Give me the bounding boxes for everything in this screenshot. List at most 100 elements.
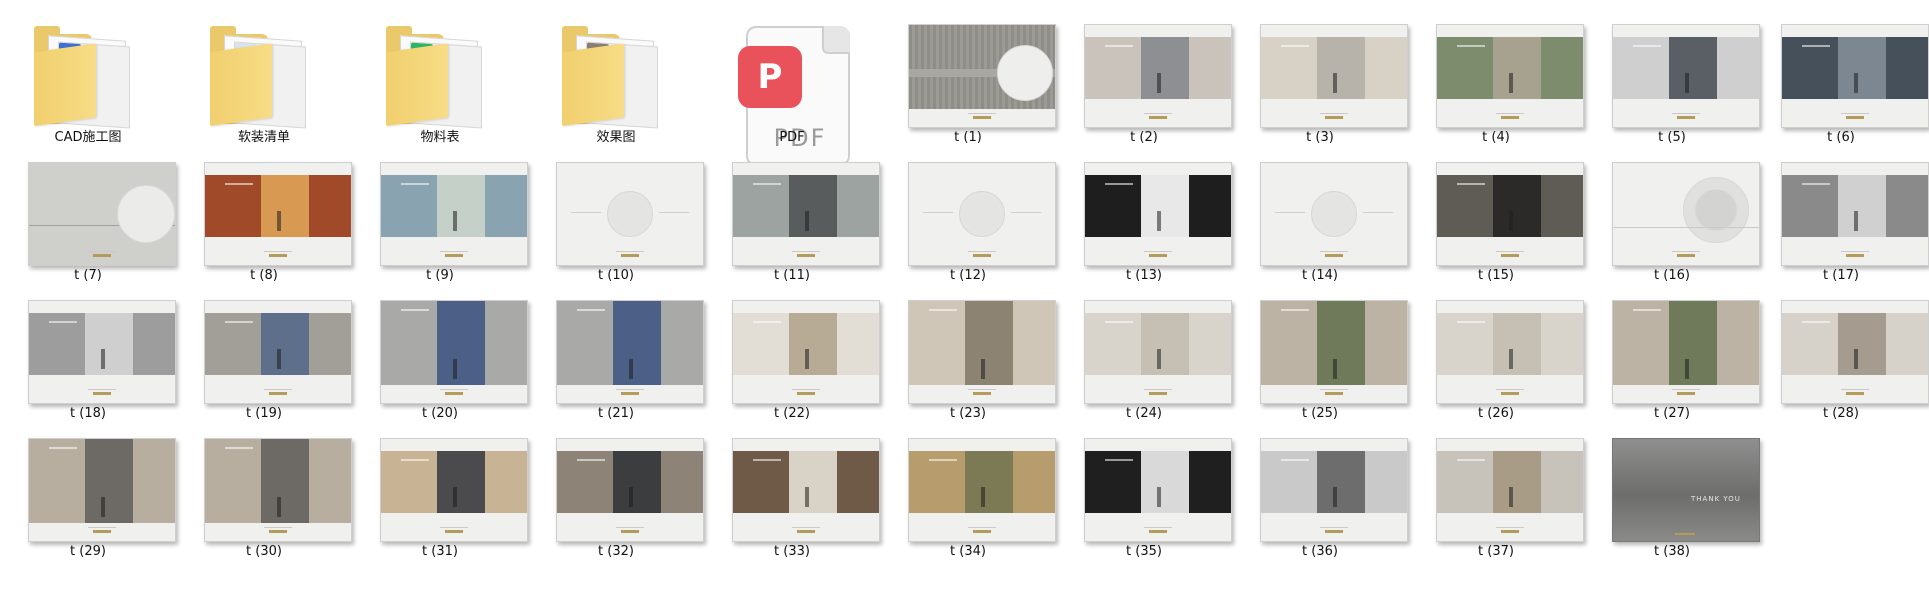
file-item[interactable]: t (23) (880, 288, 1056, 426)
file-item[interactable]: t (31) (352, 426, 528, 564)
file-name: t (25) (1302, 406, 1338, 421)
pdf-app-icon: P (738, 46, 802, 108)
footer-rule (1672, 389, 1700, 390)
file-item[interactable]: THANK YOU t (38) (1584, 426, 1760, 564)
slide-thumbnail (556, 438, 704, 542)
render-image (1541, 37, 1583, 99)
file-item[interactable]: t (18) (0, 288, 176, 426)
file-item[interactable]: 效果图 (528, 12, 704, 150)
file-item[interactable]: t (2) (1056, 12, 1232, 150)
file-item[interactable]: t (9) (352, 150, 528, 288)
file-item[interactable]: t (16) (1584, 150, 1760, 288)
file-item[interactable]: t (13) (1056, 150, 1232, 288)
file-item[interactable]: t (1) (880, 12, 1056, 150)
render-image (1365, 301, 1407, 385)
file-item[interactable]: t (6) (1753, 12, 1929, 150)
render-image (437, 301, 485, 385)
figure-silhouette (101, 497, 105, 517)
file-item[interactable]: t (36) (1232, 426, 1408, 564)
file-item[interactable]: t (4) (1408, 12, 1584, 150)
slide-thumbnail (1260, 438, 1408, 542)
figure-silhouette (1333, 359, 1337, 379)
light-strip (929, 459, 957, 461)
light-strip (1633, 45, 1661, 47)
figure-silhouette (629, 487, 633, 507)
folder-front (386, 43, 448, 126)
file-item[interactable]: t (22) (704, 288, 880, 426)
file-item[interactable]: P PDF PDF (704, 12, 880, 166)
slide-thumbnail (1436, 438, 1584, 542)
file-item[interactable]: t (14) (1232, 150, 1408, 288)
file-item[interactable]: t (28) (1753, 288, 1929, 426)
figure-silhouette (453, 359, 457, 379)
file-item[interactable]: t (12) (880, 150, 1056, 288)
file-name: t (3) (1306, 130, 1334, 145)
file-item[interactable]: t (5) (1584, 12, 1760, 150)
file-item[interactable]: t (34) (880, 426, 1056, 564)
footer-rule (88, 389, 116, 390)
logo-mark (269, 254, 287, 257)
render-image (1493, 313, 1541, 375)
file-item[interactable]: t (30) (176, 426, 352, 564)
light-strip (1802, 183, 1830, 185)
file-item[interactable]: t (24) (1056, 288, 1232, 426)
file-item[interactable]: t (37) (1408, 426, 1584, 564)
page-fold-icon (822, 26, 850, 54)
file-name: t (17) (1823, 268, 1859, 283)
footer-rule (792, 389, 820, 390)
logo-mark (621, 530, 639, 533)
file-item[interactable]: t (11) (704, 150, 880, 288)
file-item[interactable]: t (33) (704, 426, 880, 564)
file-name: t (22) (774, 406, 810, 421)
file-item[interactable]: t (32) (528, 426, 704, 564)
thumbnail (880, 288, 1056, 404)
render-image (661, 301, 703, 385)
logo-mark (1677, 116, 1695, 119)
file-item[interactable]: t (19) (176, 288, 352, 426)
slide-thumbnail (908, 24, 1056, 128)
footer-rule (1144, 251, 1172, 252)
slide-thumbnail (380, 162, 528, 266)
slide-thumbnail (380, 300, 528, 404)
render-image (1189, 313, 1231, 375)
logo-mark (1846, 392, 1864, 395)
file-item[interactable]: t (8) (176, 150, 352, 288)
file-item[interactable]: t (3) (1232, 12, 1408, 150)
file-item[interactable]: t (27) (1584, 288, 1760, 426)
file-item[interactable]: CAD施工图 (0, 12, 176, 150)
slide-thumbnail (1436, 300, 1584, 404)
folder-icon (210, 26, 322, 129)
render-image (1013, 301, 1055, 385)
file-item[interactable]: 物料表 (352, 12, 528, 150)
footer-rule (440, 527, 468, 528)
file-item[interactable]: t (21) (528, 288, 704, 426)
render-image (1669, 37, 1717, 99)
render-image (1669, 301, 1717, 385)
file-item[interactable]: 软装清单 (176, 12, 352, 150)
file-item[interactable]: t (26) (1408, 288, 1584, 426)
file-item[interactable]: t (25) (1232, 288, 1408, 426)
thumbnail (1408, 288, 1584, 404)
file-item[interactable]: t (29) (0, 426, 176, 564)
file-item[interactable]: t (35) (1056, 426, 1232, 564)
divider-line (1363, 212, 1393, 213)
file-item[interactable]: t (17) (1753, 150, 1929, 288)
figure-silhouette (277, 497, 281, 517)
slide-thumbnail (204, 162, 352, 266)
figure-silhouette (1509, 211, 1513, 231)
footer-rule (968, 389, 996, 390)
thumbnail (528, 288, 704, 404)
file-item[interactable]: t (20) (352, 288, 528, 426)
thumbnail (704, 150, 880, 266)
file-item[interactable]: t (10) (528, 150, 704, 288)
footer-rule (1841, 389, 1869, 390)
file-item[interactable]: t (7) (0, 150, 176, 288)
light-strip (1457, 45, 1485, 47)
slide-thumbnail (1084, 438, 1232, 542)
figure-silhouette (805, 211, 809, 231)
light-strip (401, 459, 429, 461)
file-name: t (10) (598, 268, 634, 283)
figure-silhouette (1157, 487, 1161, 507)
file-item[interactable]: t (15) (1408, 150, 1584, 288)
figure-silhouette (805, 349, 809, 369)
